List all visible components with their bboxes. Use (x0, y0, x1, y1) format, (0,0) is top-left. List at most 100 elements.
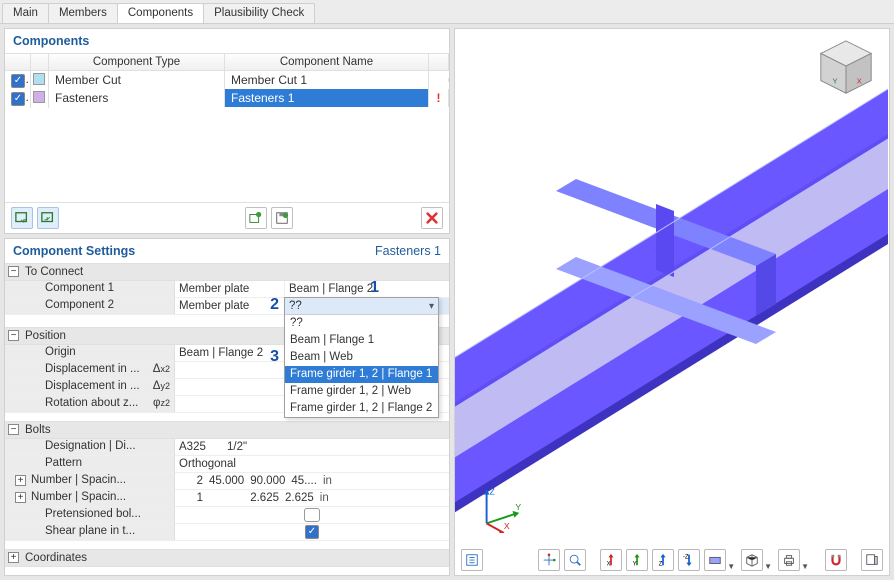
dropdown-option[interactable]: Beam | Flange 1 (285, 332, 438, 349)
prop-label-component2: Component 2 (5, 298, 175, 315)
prop-label-dispx: Displacement in ... Δx2 (5, 362, 175, 379)
prop-value-designation[interactable]: A325 1/2" (175, 439, 449, 456)
svg-text:Z: Z (659, 560, 663, 567)
chevron-down-icon[interactable]: ▼ (801, 562, 809, 571)
dropdown-option[interactable]: ?? (285, 315, 438, 332)
warning-icon[interactable]: ! (429, 89, 449, 107)
view-settings-button[interactable] (461, 549, 483, 571)
row-checkbox[interactable]: ✓ (11, 92, 25, 106)
section-label: Bolts (25, 424, 51, 436)
magnet-snap-button[interactable] (825, 549, 847, 571)
expand-icon[interactable]: + (15, 475, 26, 486)
components-title: Components (5, 29, 449, 53)
collapse-icon[interactable]: − (8, 330, 19, 341)
section-label: To Connect (25, 266, 83, 278)
components-toolbar (5, 202, 449, 233)
prop-label-shearplane: Shear plane in t... (5, 524, 175, 541)
property-grid: − To Connect Component 1 Member plate Be… (5, 263, 449, 567)
prop-value-component1[interactable]: Beam | Flange 2 (285, 281, 449, 298)
prop-value-pretensioned[interactable] (175, 507, 449, 524)
prop-value-spacing-2[interactable]: 1 2.625 2.625 in (175, 490, 449, 507)
print-button[interactable] (778, 549, 800, 571)
prop-symbol: φz2 (153, 397, 170, 409)
top-tabs: Main Members Components Plausibility Che… (0, 0, 894, 24)
components-table: Component Type Component Name ✓ Member C… (5, 53, 449, 202)
tab-members[interactable]: Members (48, 3, 118, 23)
save-button[interactable] (271, 207, 293, 229)
col-header-name[interactable]: Component Name (225, 54, 429, 70)
section-label: Position (25, 330, 66, 342)
add-component-button[interactable] (11, 207, 33, 229)
zoom-extents-button[interactable] (564, 549, 586, 571)
collapse-icon[interactable]: − (8, 424, 19, 435)
collapse-icon[interactable]: − (8, 266, 19, 277)
checkbox-checked-icon[interactable]: ✓ (305, 525, 319, 539)
svg-text:X: X (607, 560, 611, 567)
view-neg-z-button[interactable]: -Z (678, 549, 700, 571)
prop-label-designation: Designation | Di... (5, 439, 175, 456)
tab-plausibility[interactable]: Plausibility Check (203, 3, 315, 23)
prop-mid-component2[interactable]: Member plate (175, 298, 285, 315)
display-mode-button[interactable] (704, 549, 726, 571)
row-type: Fasteners (49, 89, 225, 107)
row-name: Member Cut 1 (225, 71, 429, 89)
row-swatch (33, 73, 45, 85)
prop-label-pattern: Pattern (5, 456, 175, 473)
row-checkbox[interactable]: ✓ (11, 74, 25, 88)
iso-view-button[interactable] (741, 549, 763, 571)
components-panel: Components Component Type Component Name… (4, 28, 450, 234)
prop-label-origin: Origin (5, 345, 175, 362)
table-row[interactable]: ✓ Fasteners Fasteners 1 ! (5, 89, 449, 107)
prop-value-pattern[interactable]: Orthogonal (175, 456, 449, 473)
section-bolts[interactable]: − Bolts (5, 421, 449, 439)
prop-label-rotz: Rotation about z... φz2 (5, 396, 175, 413)
section-coordinates[interactable]: + Coordinates (5, 549, 449, 567)
prop-label-spacing-2: + Number | Spacin... (5, 490, 175, 507)
component-settings-panel: Component Settings Fasteners 1 − To Conn… (4, 238, 450, 576)
view-y-button[interactable]: Y (626, 549, 648, 571)
prop-label-spacing-1: + Number | Spacin... (5, 473, 175, 490)
view-orient-button[interactable] (538, 549, 560, 571)
dropdown-option[interactable]: Frame girder 1, 2 | Flange 2 (285, 400, 438, 417)
prop-symbol: Δx2 (153, 363, 170, 375)
view-x-button[interactable]: X (600, 549, 622, 571)
remove-component-button[interactable] (37, 207, 59, 229)
prop-mid-component1[interactable]: Member plate (175, 281, 285, 298)
prop-value-shearplane[interactable]: ✓ (175, 524, 449, 541)
axis-gizmo: Z Y X (477, 485, 525, 533)
tab-main[interactable]: Main (2, 3, 49, 23)
col-header-type[interactable]: Component Type (49, 54, 225, 70)
delete-button[interactable] (421, 207, 443, 229)
section-to-connect[interactable]: − To Connect (5, 263, 449, 281)
prop-value-component2[interactable]: ?? ▾ ?? Beam | Flange 1 Beam | Web Frame… (285, 298, 449, 315)
svg-text:Y: Y (832, 77, 837, 86)
svg-text:X: X (857, 77, 862, 86)
expand-icon[interactable]: + (15, 492, 26, 503)
chevron-down-icon[interactable]: ▼ (764, 562, 772, 571)
prop-label-component1: Component 1 (5, 281, 175, 298)
dropdown-selected[interactable]: ?? ▾ (285, 298, 438, 315)
tab-components[interactable]: Components (117, 3, 204, 23)
3d-viewport[interactable]: Y X Z Y X (454, 28, 890, 576)
view-z-button[interactable]: Z (652, 549, 674, 571)
prop-symbol: Δy2 (153, 380, 170, 392)
view-cube[interactable]: Y X (815, 37, 877, 99)
import-button[interactable] (245, 207, 267, 229)
dropdown-selected-text: ?? (289, 300, 302, 312)
chevron-down-icon[interactable]: ▼ (727, 562, 735, 571)
prop-value-spacing-1[interactable]: 2 45.000 90.000 45.... in (175, 473, 449, 490)
table-row[interactable]: ✓ Member Cut Member Cut 1 (5, 71, 449, 89)
row-type: Member Cut (49, 71, 225, 89)
settings-context: Fasteners 1 (375, 244, 441, 258)
checkbox-unchecked-icon[interactable] (304, 508, 320, 522)
svg-text:Y: Y (633, 560, 637, 567)
row-name: Fasteners 1 (225, 89, 429, 107)
prop-label-pretensioned: Pretensioned bol... (5, 507, 175, 524)
expand-icon[interactable]: + (8, 552, 19, 563)
dropdown-option[interactable]: Frame girder 1, 2 | Flange 1 (285, 366, 438, 383)
svg-text:Z: Z (489, 487, 494, 497)
dropdown-option[interactable]: Frame girder 1, 2 | Web (285, 383, 438, 400)
dropdown-option[interactable]: Beam | Web (285, 349, 438, 366)
section-label: Coordinates (25, 552, 87, 564)
detach-window-button[interactable] (861, 549, 883, 571)
